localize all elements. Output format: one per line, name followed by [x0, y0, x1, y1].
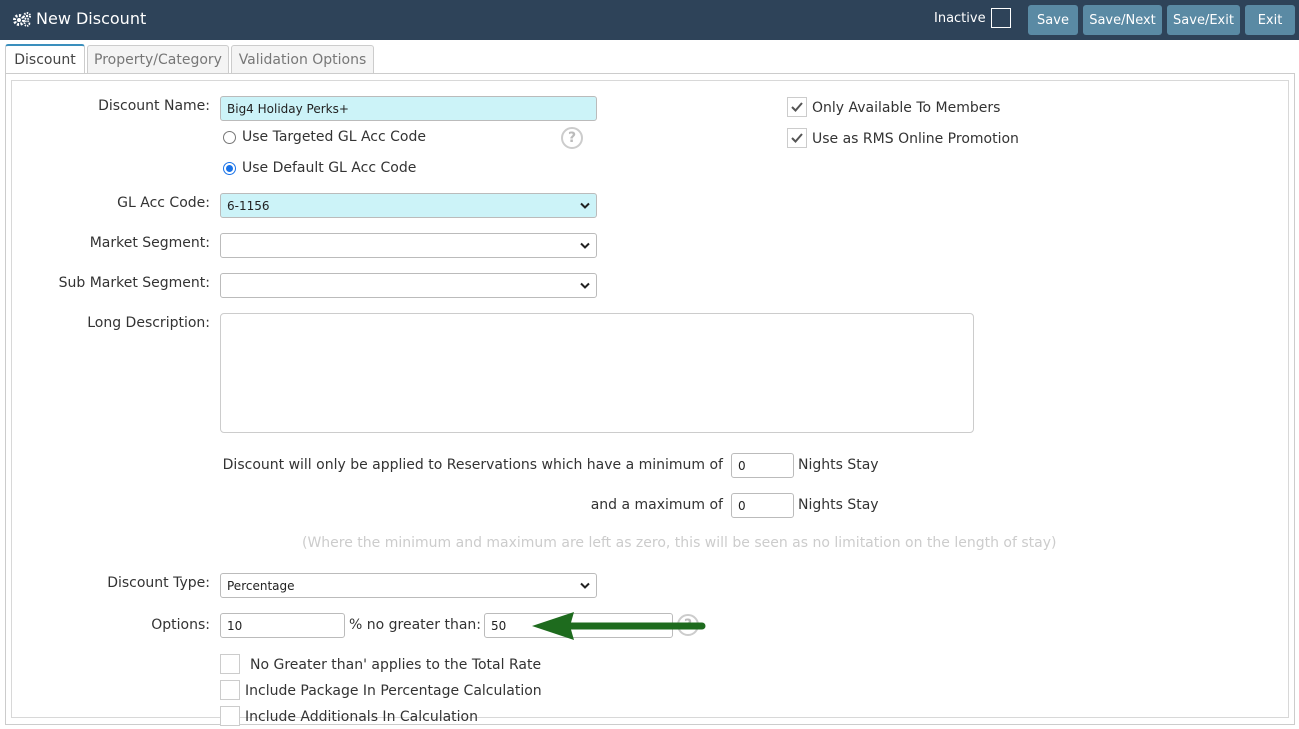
members-only-label: Only Available To Members — [812, 100, 1001, 116]
sub-market-segment-select[interactable] — [220, 273, 597, 298]
long-description-textarea[interactable] — [220, 313, 974, 433]
help-icon[interactable]: ? — [561, 127, 583, 149]
discount-type-select[interactable]: Percentage — [220, 573, 597, 598]
min-nights-stay-label: Nights Stay — [798, 457, 879, 473]
stay-limit-note: (Where the minimum and maximum are left … — [302, 535, 1057, 551]
save-exit-button[interactable]: Save/Exit — [1167, 5, 1240, 35]
annotation-arrow-icon — [532, 612, 706, 640]
tab-property-category[interactable]: Property/Category — [87, 45, 229, 74]
min-nights-input[interactable]: 0 — [731, 453, 794, 478]
targeted-gl-label: Use Targeted GL Acc Code — [242, 129, 426, 145]
checkmark-icon — [791, 133, 803, 143]
max-nights-stay-label: Nights Stay — [798, 497, 879, 513]
options-no-greater-text: % no greater than: $ — [349, 617, 495, 633]
tab-discount[interactable]: Discount — [5, 44, 85, 74]
page-title: New Discount — [36, 9, 147, 28]
total-rate-checkbox[interactable] — [220, 654, 240, 674]
include-package-checkbox[interactable] — [220, 680, 240, 700]
gears-icon — [13, 11, 31, 27]
options-percent-input[interactable]: 10 — [220, 613, 345, 638]
min-stay-text: Discount will only be applied to Reserva… — [222, 457, 723, 473]
inactive-checkbox[interactable] — [991, 8, 1011, 28]
online-promotion-checkbox[interactable] — [787, 128, 807, 148]
save-next-button[interactable]: Save/Next — [1083, 5, 1162, 35]
discount-name-label: Discount Name: — [98, 98, 210, 114]
tab-validation-options[interactable]: Validation Options — [231, 45, 374, 74]
checkmark-icon — [791, 102, 803, 112]
save-button[interactable]: Save — [1028, 5, 1078, 35]
default-gl-radio[interactable] — [223, 162, 236, 175]
include-additionals-checkbox[interactable] — [220, 706, 240, 726]
market-segment-label: Market Segment: — [89, 235, 210, 251]
max-stay-text: and a maximum of — [590, 497, 723, 513]
discount-name-input[interactable]: Big4 Holiday Perks+ — [220, 96, 597, 121]
discount-type-value: Percentage — [227, 578, 295, 593]
top-bar: New Discount Inactive Save Save/Next Sav… — [0, 0, 1299, 40]
include-additionals-label: Include Additionals In Calculation — [245, 709, 478, 725]
chevron-down-icon — [580, 242, 590, 249]
chevron-down-icon — [580, 282, 590, 289]
exit-button[interactable]: Exit — [1245, 5, 1295, 35]
window-title: New Discount — [12, 9, 146, 28]
include-package-label: Include Package In Percentage Calculatio… — [245, 683, 542, 699]
sub-market-segment-label: Sub Market Segment: — [58, 275, 210, 291]
chevron-down-icon — [580, 202, 590, 209]
total-rate-label: No Greater than' applies to the Total Ra… — [250, 657, 542, 673]
gl-acc-code-select[interactable]: 6-1156 — [220, 193, 597, 218]
targeted-gl-radio[interactable] — [223, 131, 236, 144]
max-nights-input[interactable]: 0 — [731, 493, 794, 518]
online-promotion-label: Use as RMS Online Promotion — [812, 131, 1019, 147]
members-only-checkbox[interactable] — [787, 97, 807, 117]
gl-acc-code-value: 6-1156 — [227, 198, 270, 213]
options-label: Options: — [151, 617, 210, 633]
discount-type-label: Discount Type: — [107, 575, 210, 591]
default-gl-label: Use Default GL Acc Code — [242, 160, 417, 176]
gl-acc-code-label: GL Acc Code: — [117, 195, 210, 211]
inactive-label: Inactive — [934, 11, 986, 26]
chevron-down-icon — [580, 582, 590, 589]
market-segment-select[interactable] — [220, 233, 597, 258]
long-description-label: Long Description: — [87, 315, 210, 331]
